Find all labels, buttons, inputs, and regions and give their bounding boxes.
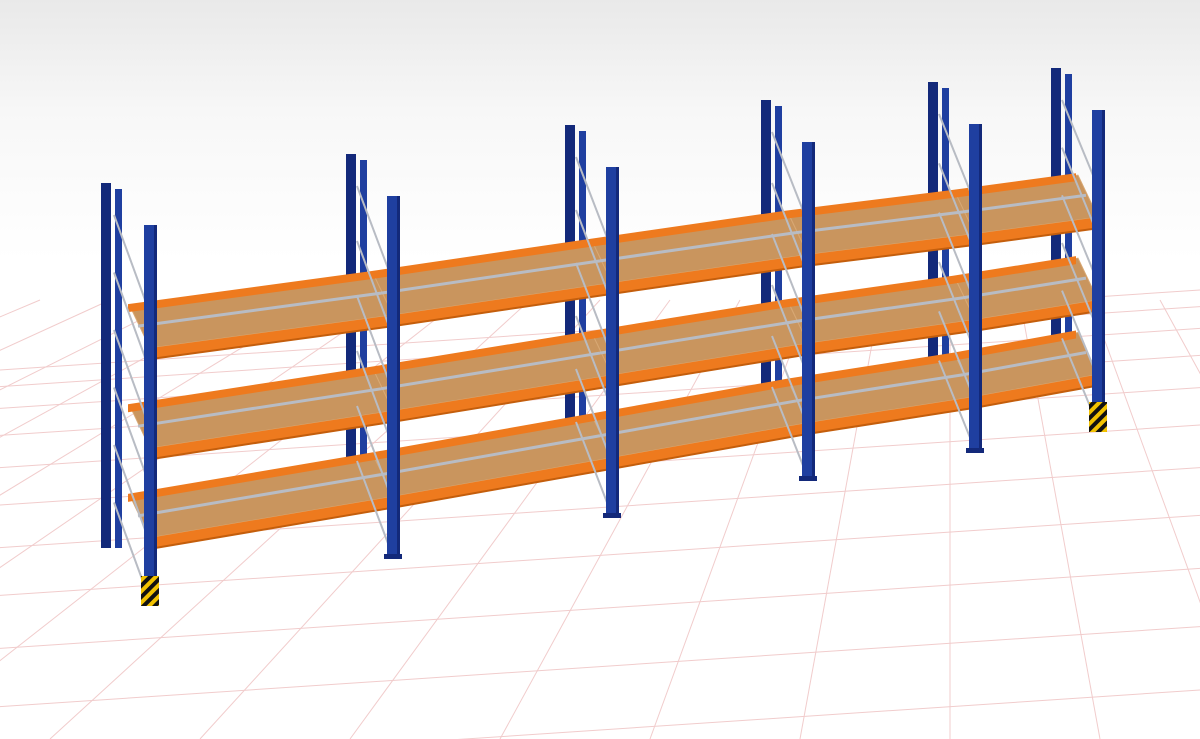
upright-foot	[384, 554, 402, 559]
grid-line	[0, 567, 1200, 649]
pallet-rack[interactable]	[101, 68, 1107, 606]
rack-scene[interactable]	[0, 0, 1200, 739]
upright-front-edge	[979, 124, 982, 450]
upright-protector	[141, 576, 159, 606]
3d-viewport[interactable]	[0, 0, 1200, 739]
upright-foot	[966, 448, 984, 453]
grid-line	[1159, 299, 1200, 375]
upright-front-edge	[154, 225, 157, 600]
upright-foot	[799, 476, 817, 481]
upright-back	[115, 189, 122, 548]
upright-back	[101, 183, 111, 548]
upright-front-edge	[812, 142, 815, 478]
upright-front-edge	[616, 167, 619, 515]
upright-protector	[1089, 402, 1107, 432]
upright-foot	[603, 513, 621, 518]
grid-line	[0, 626, 1200, 708]
upright-front-edge	[1102, 110, 1105, 426]
grid-line	[0, 299, 41, 318]
upright-front-edge	[397, 196, 400, 556]
grid-line	[457, 689, 1200, 739]
